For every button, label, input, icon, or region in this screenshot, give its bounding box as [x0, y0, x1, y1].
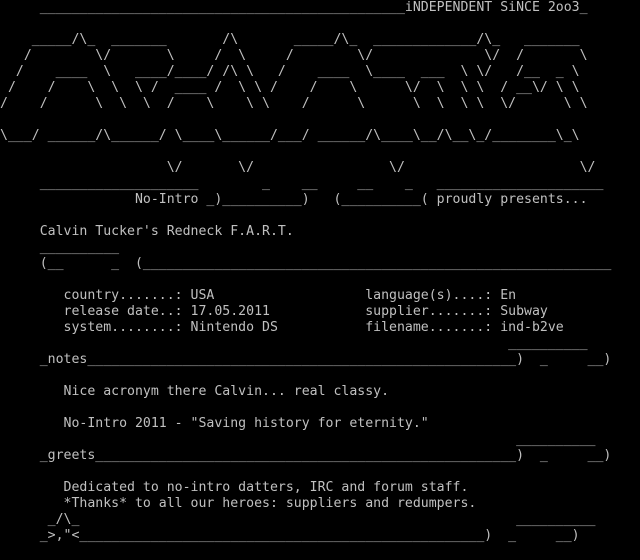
notes-frame-top: __________ — [0, 336, 588, 351]
greets-header: _greets_________________________________… — [0, 448, 612, 463]
independent-since-tagline: ________________________________________… — [0, 0, 588, 15]
logo-art-line: \___/ ______/\______/ \____\______/___/ … — [0, 128, 580, 143]
nfo-viewer: ________________________________________… — [0, 0, 640, 560]
notes-line: No-Intro 2011 - "Saving history for eter… — [0, 416, 429, 431]
info-row-date-supplier: release date..: 17.05.2011 supplier.....… — [0, 304, 548, 319]
greets-line: Dedicated to no-intro datters, IRC and f… — [0, 480, 469, 495]
info-row-country-language: country.......: USA language(s)....: En — [0, 288, 517, 303]
presents-frame-top: ____________________ _ __ __ _ _________… — [0, 176, 604, 191]
logo-art-line: \/ \/ \/ \/ — [0, 160, 596, 175]
no-intro-proudly-presents: No-Intro _)__________) (__________( prou… — [0, 192, 588, 207]
logo-art-line: _____/\_ _______ /\ _____/\_ ___________… — [0, 32, 580, 47]
logo-art-line: / \/ \ / \ / \/ \/ / \ — [0, 48, 588, 63]
logo-art-line: / / \ \ \ / \ \ \ / \ \ \ \ \ \/ \ \ — [0, 96, 588, 111]
greets-line: *Thanks* to all our heroes: suppliers an… — [0, 496, 477, 511]
notes-header: _notes__________________________________… — [0, 352, 612, 367]
greets-frame-top: __________ — [0, 432, 596, 447]
footer-ornament: _/\_ __________ — [0, 512, 596, 527]
logo-art-line: / / \ \ \ / ____ / \ \ / / \ \/ \ \ \ / … — [0, 80, 580, 95]
info-row-system-filename: system........: Nintendo DS filename....… — [0, 320, 564, 335]
footer-closing-line: _>,"<___________________________________… — [0, 528, 580, 543]
info-frame-top: __________ — [0, 240, 120, 255]
notes-line: Nice acronym there Calvin... real classy… — [0, 384, 390, 399]
info-frame-bottom: (__ _ (_________________________________… — [0, 256, 612, 271]
release-title: Calvin Tucker's Redneck F.A.R.T. — [0, 224, 294, 239]
logo-art-line: / ____ \ ____/____/ /\ \ / ____ \____ __… — [0, 64, 580, 79]
